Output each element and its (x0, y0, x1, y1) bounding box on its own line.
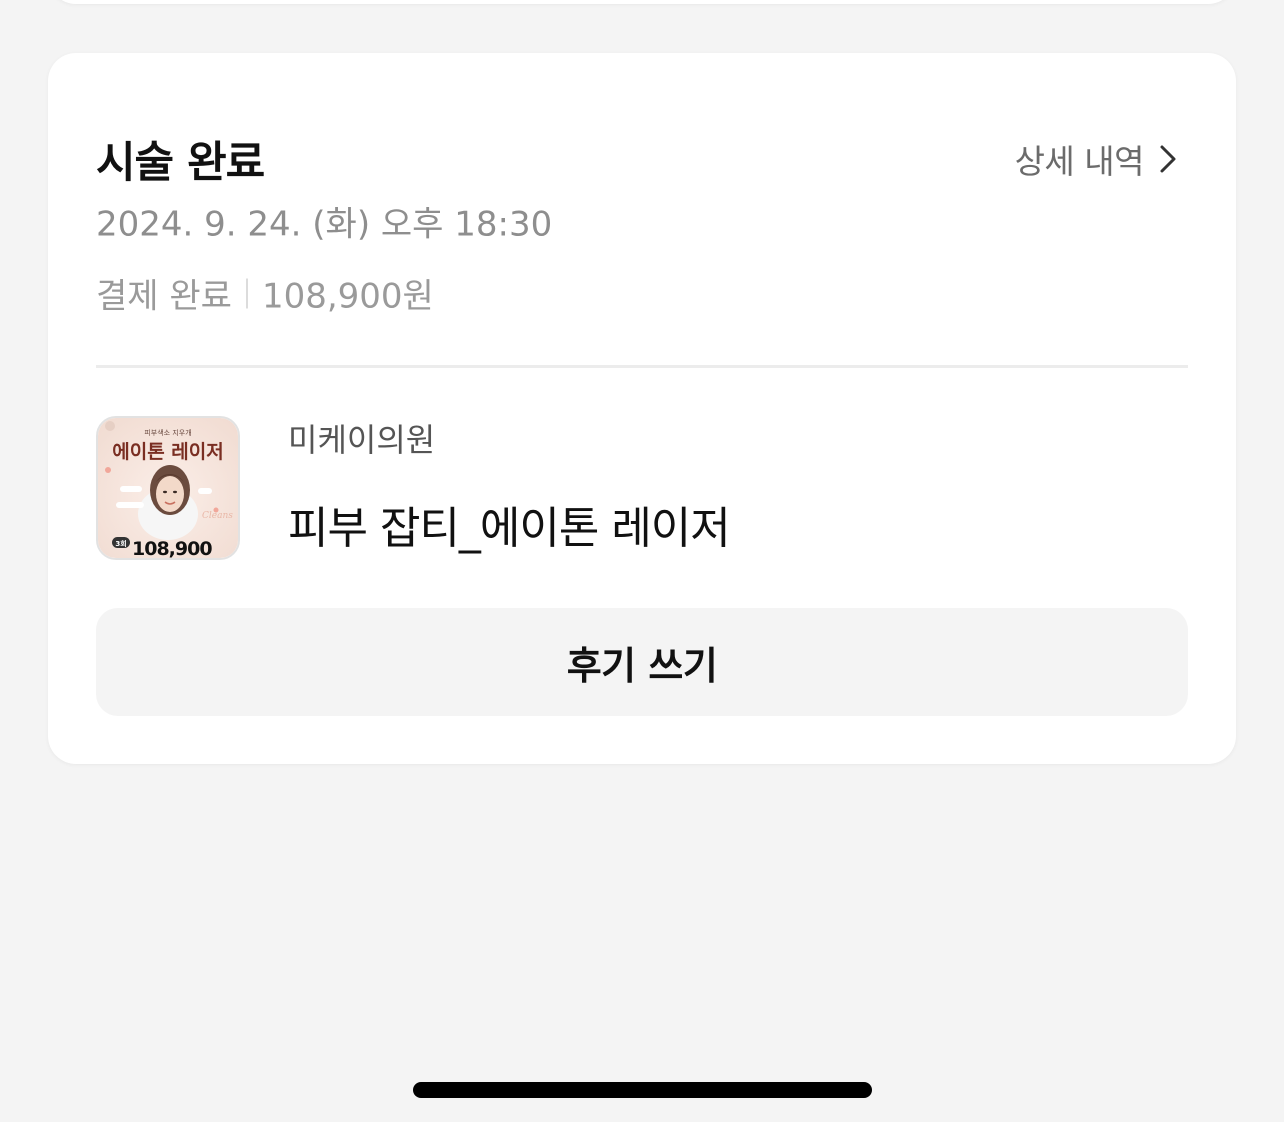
detail-history-label: 상세 내역 (1014, 142, 1145, 181)
svg-text:Cleans: Cleans (202, 511, 233, 521)
treatment-thumbnail[interactable]: 피부색소 지우개 에이톤 레이저 Cleans 3회 108,900 (96, 416, 240, 560)
thumbnail-price: 108,900 (132, 538, 212, 558)
thumbnail-sessions: 3회 (115, 539, 126, 548)
payment-amount: 108,900원 (261, 276, 434, 317)
detail-history-link[interactable]: 상세 내역 (1015, 137, 1178, 181)
home-indicator (413, 1082, 872, 1098)
thumbnail-subtitle: 피부색소 지우개 (144, 428, 191, 437)
thumbnail-image: 피부색소 지우개 에이톤 레이저 Cleans 3회 108,900 (98, 418, 238, 558)
treatment-name[interactable]: 피부 잡티_에이톤 레이저 (288, 492, 731, 556)
section-divider (96, 365, 1188, 368)
completed-treatment-card: 시술 완료 상세 내역 2024. 9. 24. (화) 오후 18:30 결제… (48, 53, 1236, 764)
chevron-right-icon (1160, 145, 1176, 173)
treatment-datetime: 2024. 9. 24. (화) 오후 18:30 (96, 204, 553, 245)
thumbnail-headline: 에이톤 레이저 (112, 441, 224, 463)
status-title: 시술 완료 (96, 138, 265, 188)
screen: 시술 완료 상세 내역 2024. 9. 24. (화) 오후 18:30 결제… (0, 0, 1284, 1122)
previous-card-bottom (48, 0, 1236, 4)
payment-info: 결제 완료 108,900원 (96, 269, 434, 318)
payment-status: 결제 완료 (96, 276, 232, 317)
clinic-name: 미케이의원 (288, 421, 436, 459)
write-review-button[interactable]: 후기 쓰기 (96, 608, 1188, 716)
payment-separator (245, 278, 248, 308)
